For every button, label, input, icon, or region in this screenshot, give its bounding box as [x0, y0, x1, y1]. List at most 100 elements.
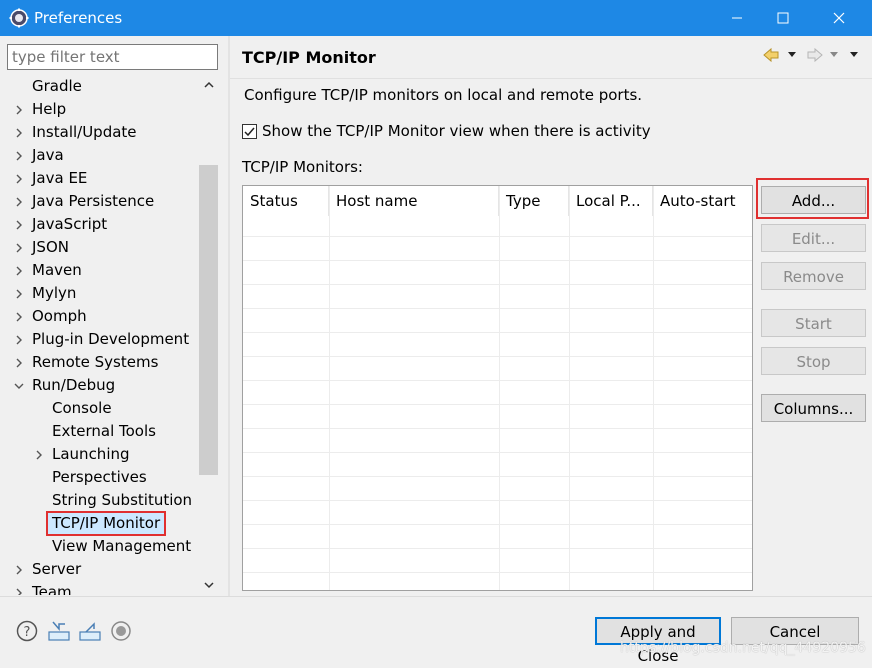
row-divider	[243, 284, 752, 285]
chevron-down-icon[interactable]	[14, 381, 24, 391]
table-header: Status Host name Type Local P... Auto-st…	[243, 186, 752, 216]
maximize-button[interactable]	[760, 0, 806, 36]
chevron-right-icon[interactable]	[14, 197, 24, 207]
show-view-checkbox[interactable]	[242, 123, 257, 139]
row-divider	[243, 452, 752, 453]
close-icon	[833, 12, 845, 24]
column-header-auto-start[interactable]: Auto-start	[653, 186, 752, 216]
title-separator	[230, 78, 872, 79]
chevron-right-icon[interactable]	[14, 243, 24, 253]
edit-button[interactable]: Edit...	[761, 224, 866, 252]
monitors-table[interactable]: Status Host name Type Local P... Auto-st…	[242, 185, 753, 591]
preferences-tree[interactable]: Gradle Help Install/Update Java Java EE Java …	[0, 75, 220, 595]
window-title: Preferences	[34, 9, 123, 27]
row-divider	[243, 308, 752, 309]
filter-input[interactable]	[7, 44, 218, 70]
chevron-right-icon[interactable]	[34, 450, 44, 460]
row-divider	[243, 356, 752, 357]
row-divider	[243, 500, 752, 501]
chevron-right-icon[interactable]	[14, 335, 24, 345]
eclipse-gear-icon	[9, 8, 29, 28]
tree-scrollbar[interactable]	[199, 75, 218, 595]
view-menu-icon	[850, 52, 858, 57]
column-header-type[interactable]: Type	[499, 186, 569, 216]
row-divider	[243, 380, 752, 381]
tree-item-label: Remote Systems	[32, 353, 159, 371]
tree-item-label: Gradle	[32, 77, 82, 95]
chevron-right-icon[interactable]	[14, 151, 24, 161]
history-navigation	[762, 46, 862, 66]
tree-item-label: Help	[32, 100, 67, 118]
column-divider	[329, 186, 330, 590]
row-divider	[243, 428, 752, 429]
chevron-right-icon[interactable]	[14, 358, 24, 368]
row-divider	[243, 260, 752, 261]
scroll-down-arrow-icon[interactable]	[199, 575, 218, 595]
checkmark-icon	[244, 127, 255, 136]
scroll-up-arrow-icon[interactable]	[199, 75, 218, 95]
chevron-right-icon[interactable]	[14, 128, 24, 138]
row-divider	[243, 476, 752, 477]
tree-item-label: Mylyn	[32, 284, 77, 302]
svg-text:?: ?	[24, 625, 31, 640]
scroll-thumb[interactable]	[199, 165, 218, 475]
tree-item-label: View Management	[52, 537, 192, 555]
maximize-icon	[777, 12, 789, 24]
back-arrow-icon	[763, 47, 779, 63]
minimize-button[interactable]	[714, 0, 760, 36]
remove-button[interactable]: Remove	[761, 262, 866, 290]
page-title: TCP/IP Monitor	[242, 48, 376, 67]
tree-item-label: Perspectives	[52, 468, 147, 486]
row-divider	[243, 404, 752, 405]
chevron-right-icon[interactable]	[14, 588, 24, 595]
tree-item-label: Install/Update	[32, 123, 137, 141]
forward-dropdown-icon	[830, 52, 838, 57]
tree-item-label: Run/Debug	[32, 376, 116, 394]
tree-item-label: Plug-in Development	[32, 330, 190, 348]
forward-arrow-icon	[807, 47, 823, 63]
tree-item-label: Oomph	[32, 307, 87, 325]
tree-item-label: TCP/IP Monitor	[46, 511, 167, 536]
record-icon[interactable]	[110, 620, 132, 642]
show-view-option[interactable]: Show the TCP/IP Monitor view when there …	[242, 122, 651, 140]
footer-separator	[0, 596, 872, 597]
pane-divider[interactable]	[228, 36, 230, 596]
close-button[interactable]	[816, 0, 862, 36]
help-icon[interactable]: ?	[16, 620, 38, 642]
column-header-status[interactable]: Status	[243, 186, 329, 216]
columns-button[interactable]: Columns...	[761, 394, 866, 422]
column-divider	[569, 186, 570, 590]
export-icon[interactable]	[78, 620, 101, 642]
chevron-right-icon[interactable]	[14, 266, 24, 276]
chevron-right-icon[interactable]	[14, 289, 24, 299]
row-divider	[243, 548, 752, 549]
tree-item-label: Java Persistence	[32, 192, 155, 210]
tree-item-label: Java EE	[32, 169, 88, 187]
row-divider	[243, 572, 752, 573]
tree-item-label: External Tools	[52, 422, 156, 440]
minimize-icon	[732, 17, 742, 19]
chevron-right-icon[interactable]	[14, 220, 24, 230]
tree-item-label: String Substitution	[52, 491, 193, 509]
page-description: Configure TCP/IP monitors on local and r…	[244, 86, 643, 104]
add-button[interactable]: Add...	[761, 186, 866, 214]
chevron-right-icon[interactable]	[14, 312, 24, 322]
chevron-right-icon[interactable]	[14, 565, 24, 575]
stop-button[interactable]: Stop	[761, 347, 866, 375]
tree-item-label: JSON	[32, 238, 69, 256]
tree-item-label: Java	[32, 146, 64, 164]
chevron-right-icon[interactable]	[14, 105, 24, 115]
chevron-right-icon[interactable]	[14, 174, 24, 184]
column-header-host-name[interactable]: Host name	[329, 186, 499, 216]
column-header-local-port[interactable]: Local P...	[569, 186, 653, 216]
column-divider	[499, 186, 500, 590]
start-button[interactable]: Start	[761, 309, 866, 337]
back-dropdown-icon	[788, 52, 796, 57]
row-divider	[243, 332, 752, 333]
tree-item-label: JavaScript	[32, 215, 108, 233]
tree-item-label: Console	[52, 399, 112, 417]
column-divider	[653, 186, 654, 590]
row-divider	[243, 236, 752, 237]
import-icon[interactable]	[47, 620, 70, 642]
tree-item-label: Maven	[32, 261, 82, 279]
